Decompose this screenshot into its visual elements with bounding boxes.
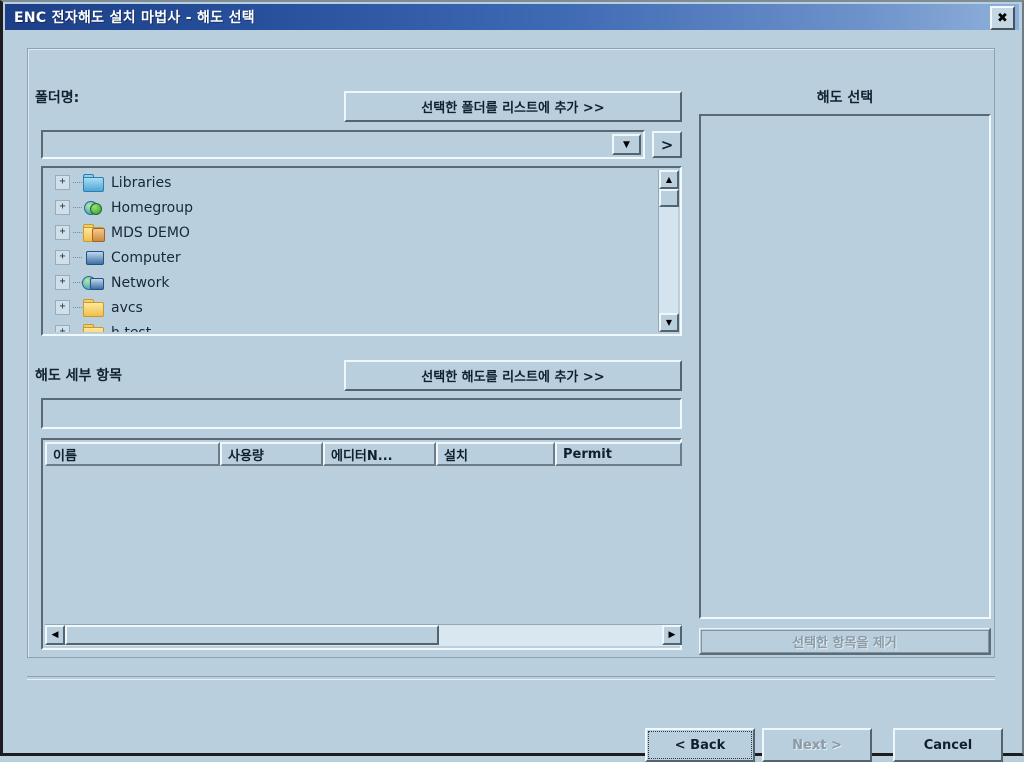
scroll-up-icon[interactable]: ▲	[659, 170, 679, 189]
folder-tree-items[interactable]: + Libraries + Homegroup + MDS DEMO + Com…	[45, 170, 662, 332]
chevron-down-icon[interactable]: ▼	[612, 134, 641, 155]
tree-item-mds-demo[interactable]: + MDS DEMO	[45, 220, 662, 245]
column-header-permit[interactable]: Permit	[555, 442, 682, 466]
close-icon[interactable]: ✖	[990, 6, 1015, 30]
folder-path-combobox[interactable]: ▼	[41, 130, 645, 159]
tree-item-label: h test	[111, 325, 151, 333]
folder-homegroup-icon	[82, 199, 104, 216]
chart-detail-label: 해도 세부 항목	[35, 368, 123, 384]
tree-connector	[73, 206, 82, 209]
scroll-right-icon[interactable]: ▶	[662, 625, 682, 645]
tree-item-label: avcs	[111, 299, 143, 316]
folder-libraries-icon	[82, 174, 104, 192]
folder-tree-view[interactable]: + Libraries + Homegroup + MDS DEMO + Com…	[41, 166, 682, 336]
expander-icon[interactable]: +	[55, 200, 70, 215]
browse-folder-button[interactable]: >	[652, 131, 682, 158]
add-selected-chart-button[interactable]: 선택한 해도를 리스트에 추가 >>	[344, 360, 682, 391]
tree-item-label: MDS DEMO	[111, 224, 190, 241]
tree-item-libraries[interactable]: + Libraries	[45, 170, 662, 195]
expander-icon[interactable]: +	[55, 275, 70, 290]
scroll-down-icon[interactable]: ▼	[659, 313, 679, 332]
window-title: ENC 전자해도 설치 마법사 - 해도 선택	[14, 10, 255, 26]
folder-icon	[82, 299, 104, 317]
tree-connector	[73, 331, 82, 332]
cancel-button[interactable]: Cancel	[893, 728, 1003, 762]
tree-connector	[73, 256, 82, 259]
list-column-headers: 이름 사용량 에디터N... 설치 Permit	[45, 442, 682, 466]
scrollbar-thumb[interactable]	[65, 625, 439, 645]
next-button[interactable]: Next >	[762, 728, 872, 762]
column-header-usage[interactable]: 사용량	[220, 442, 323, 466]
folder-user-icon	[82, 224, 105, 242]
title-bar: ENC 전자해도 설치 마법사 - 해도 선택 ✖	[5, 4, 1019, 30]
tree-item-label: Network	[111, 274, 170, 291]
tree-item-homegroup[interactable]: + Homegroup	[45, 195, 662, 220]
expander-icon[interactable]: +	[55, 250, 70, 265]
dialog-body: 폴더명: 선택한 폴더를 리스트에 추가 >> ▼ > + Libraries …	[5, 30, 1019, 762]
list-horizontal-scrollbar[interactable]: ◀ ▶	[45, 624, 682, 646]
scrollbar-thumb[interactable]	[659, 189, 679, 207]
tree-connector	[73, 181, 82, 184]
list-rows-area[interactable]	[45, 466, 682, 626]
remove-selected-item-button[interactable]: 선택한 항목을 제거	[699, 628, 991, 655]
selected-charts-listbox[interactable]	[699, 114, 991, 619]
chart-select-heading: 해도 선택	[816, 90, 874, 106]
tree-item-label: Libraries	[111, 174, 172, 191]
tree-vertical-scrollbar[interactable]: ▲ ▼	[658, 170, 679, 332]
folder-icon	[82, 324, 104, 332]
column-header-name[interactable]: 이름	[45, 442, 220, 466]
chart-detail-list[interactable]: 이름 사용량 에디터N... 설치 Permit ◀ ▶	[41, 438, 682, 650]
expander-icon[interactable]: +	[55, 325, 70, 332]
back-button[interactable]: < Back	[645, 728, 755, 762]
tree-item-avcs[interactable]: + avcs	[45, 295, 662, 320]
tree-item-network[interactable]: + Network	[45, 270, 662, 295]
chart-detail-input[interactable]	[41, 398, 682, 429]
dialog-window: ENC 전자해도 설치 마법사 - 해도 선택 ✖ 폴더명: 선택한 폴더를 리…	[0, 0, 1024, 762]
folder-name-label: 폴더명:	[35, 90, 80, 106]
computer-icon	[82, 249, 104, 266]
column-header-install[interactable]: 설치	[436, 442, 555, 466]
scroll-left-icon[interactable]: ◀	[45, 625, 65, 645]
tree-connector	[73, 281, 82, 284]
tree-connector	[73, 306, 82, 309]
expander-icon[interactable]: +	[55, 300, 70, 315]
column-header-editor[interactable]: 에디터N...	[323, 442, 436, 466]
tree-item-label: Computer	[111, 249, 181, 266]
add-selected-folder-button[interactable]: 선택한 폴더를 리스트에 추가 >>	[344, 91, 682, 122]
folder-path-input[interactable]	[45, 134, 608, 155]
expander-icon[interactable]: +	[55, 225, 70, 240]
expander-icon[interactable]: +	[55, 175, 70, 190]
tree-connector	[73, 231, 82, 234]
tree-item-computer[interactable]: + Computer	[45, 245, 662, 270]
footer-divider	[27, 676, 995, 680]
tree-item-label: Homegroup	[111, 199, 194, 216]
network-icon	[82, 274, 104, 291]
tree-item-h-test[interactable]: + h test	[45, 320, 662, 332]
